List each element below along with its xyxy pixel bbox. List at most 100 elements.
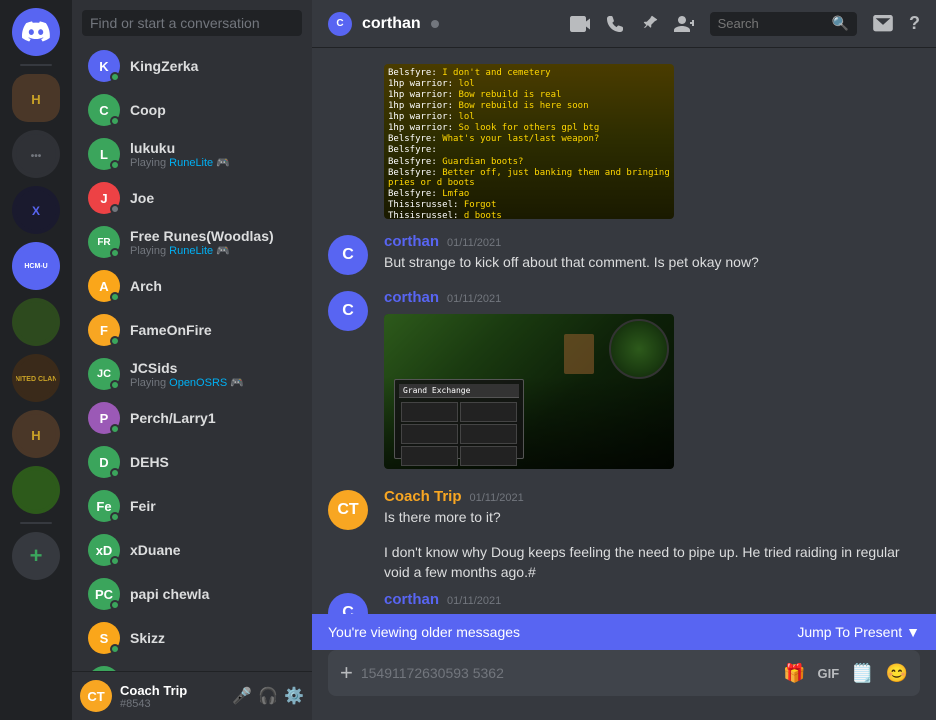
status-dot-xduane xyxy=(110,556,120,566)
dm-item-freerunes[interactable]: FR Free Runes(Woodlas) Playing RuneLite … xyxy=(80,220,304,264)
jump-to-present-label: Jump To Present xyxy=(797,624,902,640)
server-icon-3[interactable]: X xyxy=(12,186,60,234)
status-dot-fameonfire xyxy=(110,336,120,346)
gift-icon[interactable]: 🎁 xyxy=(783,663,805,684)
dm-item-papi[interactable]: PC papi chewla xyxy=(80,572,304,616)
chat-header-icons: 🔍 ? xyxy=(570,12,920,36)
msg-text-coachtrip-1b: I don't know why Doug keeps feeling the … xyxy=(384,542,920,583)
dm-item-skizz[interactable]: S Skizz xyxy=(80,616,304,660)
dm-item-kingzerka[interactable]: K KingZerka xyxy=(80,44,304,88)
gif-icon[interactable]: GIF xyxy=(817,666,839,681)
mute-icon[interactable]: 🎤 xyxy=(232,686,252,706)
msg-avatar-coachtrip-1[interactable]: CT xyxy=(328,490,368,530)
dm-list: K KingZerka C Coop L lukuku Playing Rune… xyxy=(72,44,312,671)
message-group-corthan-2: C corthan 01/11/2021 Grand Exchange xyxy=(328,285,920,478)
chat-input[interactable] xyxy=(361,654,775,692)
msg-timestamp-corthan-1: 01/11/2021 xyxy=(447,237,501,249)
dm-name-joe: Joe xyxy=(130,190,296,206)
status-dot-lukuku xyxy=(110,160,120,170)
status-dot-feir xyxy=(110,512,120,522)
messages-area: Belsfyre: I don't and cemetery 1hp warri… xyxy=(312,48,936,614)
message-group-corthan-3: C corthan 01/11/2021 That's all I saw tb… xyxy=(328,587,920,614)
server-divider xyxy=(20,64,52,66)
chevron-down-icon: ▼ xyxy=(906,624,920,640)
game-screenshot-1[interactable]: Belsfyre: I don't and cemetery 1hp warri… xyxy=(384,64,674,219)
msg-header-corthan-2: corthan 01/11/2021 xyxy=(384,289,920,306)
dm-item-fameonfire[interactable]: F FameOnFire xyxy=(80,308,304,352)
dm-item-xduane[interactable]: xD xDuane xyxy=(80,528,304,572)
svg-text:X: X xyxy=(32,204,40,218)
server-icon-heroic2[interactable]: H xyxy=(12,410,60,458)
phone-call-icon[interactable] xyxy=(606,15,624,33)
dm-item-arch[interactable]: A Arch xyxy=(80,264,304,308)
dm-info-dehs: DEHS xyxy=(130,454,296,470)
dm-name-jcsids: JCSids xyxy=(130,360,296,376)
game-screenshot-2-wrap[interactable]: Grand Exchange xyxy=(384,314,674,469)
dm-item-perch[interactable]: P Perch/Larry1 xyxy=(80,396,304,440)
server-rail: H ••• X HCM-U UNITED CLANS H + xyxy=(0,0,72,720)
msg-avatar-corthan-1[interactable]: C xyxy=(328,235,368,275)
dm-info-joe: Joe xyxy=(130,190,296,206)
search-icon: 🔍 xyxy=(832,15,849,32)
msg-author-corthan-2: corthan xyxy=(384,289,439,306)
chat-recipient-avatar: C xyxy=(328,12,352,36)
server-icon-6[interactable]: UNITED CLANS xyxy=(12,354,60,402)
msg-timestamp-corthan-2: 01/11/2021 xyxy=(447,293,501,305)
add-friend-icon[interactable] xyxy=(674,16,694,32)
dm-item-harryy[interactable]: H Harryy Playing RuneLite 🎮 xyxy=(80,660,304,671)
dm-item-coop[interactable]: C Coop xyxy=(80,88,304,132)
msg-text-coachtrip-1: Is there more to it? xyxy=(384,507,920,527)
dm-item-joe[interactable]: J Joe xyxy=(80,176,304,220)
dm-info-fameonfire: FameOnFire xyxy=(130,322,296,338)
current-user-tag: #8543 xyxy=(120,698,224,710)
deafen-icon[interactable]: 🎧 xyxy=(258,686,278,706)
dm-info-freerunes: Free Runes(Woodlas) Playing RuneLite 🎮 xyxy=(130,228,296,257)
sticker-icon[interactable]: 🗒️ xyxy=(851,663,873,684)
msg-header-corthan-3: corthan 01/11/2021 xyxy=(384,591,920,608)
server-divider-2 xyxy=(20,522,52,524)
game-minimap xyxy=(609,319,669,379)
server-icon-8[interactable] xyxy=(12,466,60,514)
emoji-icon[interactable]: 😊 xyxy=(886,663,908,684)
svg-text:UNITED CLANS: UNITED CLANS xyxy=(16,376,56,383)
attach-icon[interactable]: + xyxy=(340,650,353,696)
dm-item-lukuku[interactable]: L lukuku Playing RuneLite 🎮 xyxy=(80,132,304,176)
add-server-button[interactable]: + xyxy=(12,532,60,580)
chat-search-input[interactable] xyxy=(718,16,828,31)
server-icon-2[interactable]: ••• xyxy=(12,130,60,178)
game-panel: Grand Exchange xyxy=(394,379,524,459)
dm-item-jcsids[interactable]: JC JCSids Playing OpenOSRS 🎮 xyxy=(80,352,304,396)
dm-name-freerunes: Free Runes(Woodlas) xyxy=(130,228,296,244)
settings-icon[interactable]: ⚙️ xyxy=(284,686,304,706)
msg-header-corthan-1: corthan 01/11/2021 xyxy=(384,233,920,250)
help-icon[interactable]: ? xyxy=(909,13,920,34)
message-group-corthan-1: C corthan 01/11/2021 But strange to kick… xyxy=(328,229,920,279)
msg-timestamp-corthan-3: 01/11/2021 xyxy=(447,595,501,607)
msg-avatar-corthan-3[interactable]: C xyxy=(328,593,368,614)
dm-name-feir: Feir xyxy=(130,498,296,514)
discord-home-button[interactable] xyxy=(12,8,60,56)
msg-header-coachtrip-1: Coach Trip 01/11/2021 xyxy=(384,488,920,505)
dm-name-xduane: xDuane xyxy=(130,542,296,558)
server-icon-heroic1[interactable]: H xyxy=(12,74,60,122)
msg-content-coachtrip-1: Coach Trip 01/11/2021 Is there more to i… xyxy=(384,488,920,530)
inbox-icon[interactable] xyxy=(873,15,893,33)
older-messages-text: You're viewing older messages xyxy=(328,624,520,640)
status-dot-dehs xyxy=(110,468,120,478)
current-user-name: Coach Trip xyxy=(120,683,224,698)
video-call-icon[interactable] xyxy=(570,16,590,32)
server-icon-hcmu[interactable]: HCM-U xyxy=(12,242,60,290)
msg-content-corthan-2: corthan 01/11/2021 Grand Exchange xyxy=(384,289,920,474)
dm-item-dehs[interactable]: D DEHS xyxy=(80,440,304,484)
dm-info-lukuku: lukuku Playing RuneLite 🎮 xyxy=(130,140,296,169)
dm-item-feir[interactable]: Fe Feir xyxy=(80,484,304,528)
msg-avatar-corthan-2[interactable]: C xyxy=(328,291,368,331)
pin-icon[interactable] xyxy=(640,15,658,33)
server-icon-5[interactable] xyxy=(12,298,60,346)
dm-search-input[interactable] xyxy=(82,10,302,36)
dm-info-coop: Coop xyxy=(130,102,296,118)
chat-input-area: + 🎁 GIF 🗒️ 😊 xyxy=(312,650,936,720)
jump-to-present-button[interactable]: Jump To Present ▼ xyxy=(797,624,920,640)
msg-text-corthan-1: But strange to kick off about that comme… xyxy=(384,252,920,272)
status-dot-perch xyxy=(110,424,120,434)
